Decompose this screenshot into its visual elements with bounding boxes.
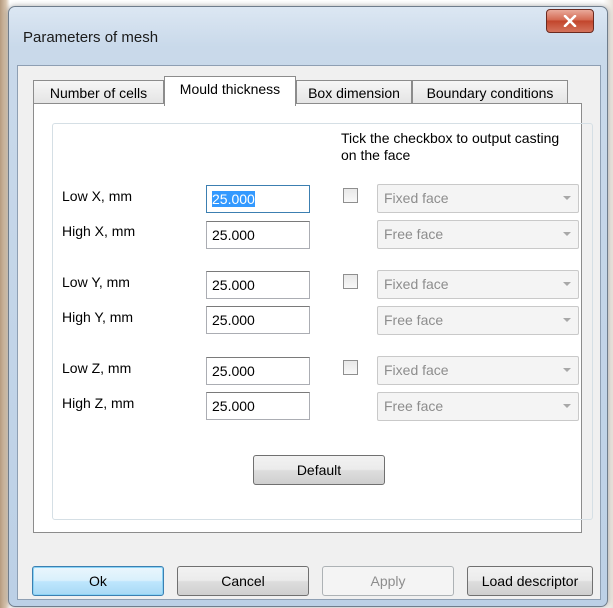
low-x-input[interactable]: 25.000 bbox=[206, 185, 310, 213]
load-descriptor-button[interactable]: Load descriptor bbox=[467, 566, 593, 596]
low-x-face-value: Fixed face bbox=[384, 190, 449, 206]
apply-button[interactable]: Apply bbox=[322, 566, 454, 596]
low-x-face-select[interactable]: Fixed face bbox=[377, 184, 579, 213]
high-z-label: High Z, mm bbox=[62, 395, 135, 411]
low-x-label: Low X, mm bbox=[62, 188, 133, 204]
high-y-face-value: Free face bbox=[384, 312, 444, 328]
low-y-input[interactable]: 25.000 bbox=[206, 271, 310, 299]
low-y-face-select[interactable]: Fixed face bbox=[377, 270, 579, 299]
chevron-down-icon bbox=[563, 232, 571, 236]
tab-box-dimension[interactable]: Box dimension bbox=[296, 80, 412, 104]
high-x-value: 25.000 bbox=[212, 227, 255, 243]
checkbox-hint-text: Tick the checkbox to output casting on t… bbox=[341, 130, 560, 163]
chevron-down-icon bbox=[563, 318, 571, 322]
low-x-value: 25.000 bbox=[212, 191, 255, 207]
high-x-input[interactable]: 25.000 bbox=[206, 221, 310, 249]
chevron-down-icon bbox=[563, 368, 571, 372]
window-title: Parameters of mesh bbox=[23, 29, 159, 46]
high-y-value: 25.000 bbox=[212, 312, 255, 328]
parameters-dialog: Parameters of mesh Number of cells Mould… bbox=[8, 6, 608, 607]
cancel-button[interactable]: Cancel bbox=[177, 566, 309, 596]
low-z-face-value: Fixed face bbox=[384, 362, 449, 378]
high-y-label: High Y, mm bbox=[62, 309, 134, 325]
tab-boundary-conditions[interactable]: Boundary conditions bbox=[412, 80, 568, 104]
low-z-input[interactable]: 25.000 bbox=[206, 357, 310, 385]
dialog-client-area: Number of cells Mould thickness Box dime… bbox=[17, 65, 601, 600]
high-z-face-value: Free face bbox=[384, 398, 444, 414]
low-z-face-select[interactable]: Fixed face bbox=[377, 356, 579, 385]
low-y-value: 25.000 bbox=[212, 277, 255, 293]
low-y-face-value: Fixed face bbox=[384, 276, 449, 292]
ok-button[interactable]: Ok bbox=[32, 566, 164, 596]
tab-mould-thickness[interactable]: Mould thickness bbox=[164, 76, 296, 106]
high-x-label: High X, mm bbox=[62, 223, 136, 239]
high-z-input[interactable]: 25.000 bbox=[206, 392, 310, 420]
high-y-input[interactable]: 25.000 bbox=[206, 306, 310, 334]
low-z-label: Low Z, mm bbox=[62, 360, 132, 376]
title-bar[interactable]: Parameters of mesh bbox=[9, 7, 607, 65]
low-z-checkbox[interactable] bbox=[343, 360, 358, 375]
high-x-face-value: Free face bbox=[384, 226, 444, 242]
high-z-face-select[interactable]: Free face bbox=[377, 392, 579, 421]
low-y-label: Low Y, mm bbox=[62, 274, 130, 290]
close-button[interactable] bbox=[546, 9, 594, 33]
high-x-face-select[interactable]: Free face bbox=[377, 220, 579, 249]
default-button[interactable]: Default bbox=[253, 455, 385, 485]
chevron-down-icon bbox=[563, 282, 571, 286]
high-y-face-select[interactable]: Free face bbox=[377, 306, 579, 335]
low-x-checkbox[interactable] bbox=[343, 188, 358, 203]
low-y-checkbox[interactable] bbox=[343, 274, 358, 289]
chevron-down-icon bbox=[563, 196, 571, 200]
low-z-value: 25.000 bbox=[212, 363, 255, 379]
close-icon bbox=[563, 15, 577, 27]
chevron-down-icon bbox=[563, 404, 571, 408]
tab-number-of-cells[interactable]: Number of cells bbox=[33, 80, 164, 104]
high-z-value: 25.000 bbox=[212, 398, 255, 414]
